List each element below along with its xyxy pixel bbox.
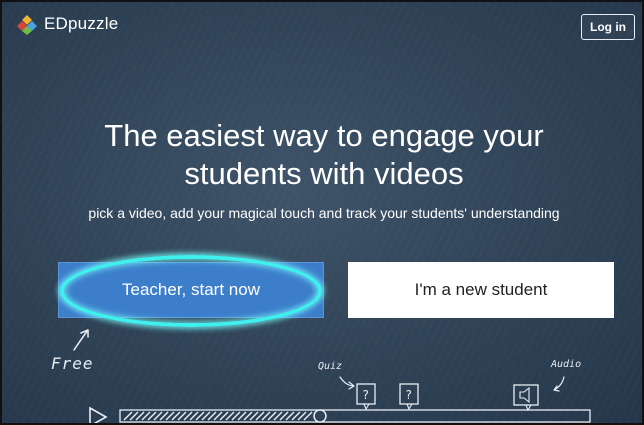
video-progress-knob: [313, 409, 327, 423]
video-progress-track: [119, 409, 591, 423]
landing-page: EDpuzzle Log in The easiest way to engag…: [0, 0, 644, 425]
free-arrow-icon: [73, 329, 89, 351]
headline-line-2: students with videos: [184, 156, 464, 191]
svg-text:?: ?: [362, 388, 369, 402]
speaker-icon: [513, 384, 539, 412]
brand-name: EDpuzzle: [44, 14, 119, 33]
quiz-label: Quiz: [318, 361, 343, 372]
chalk-video-illustration: ? ?: [73, 329, 591, 423]
hero-headline: The easiest way to engage your students …: [2, 117, 642, 193]
puzzle-logo-icon: [17, 15, 37, 35]
teacher-start-button[interactable]: Teacher, start now: [58, 262, 324, 318]
login-button[interactable]: Log in: [581, 14, 635, 40]
hero-subheadline: pick a video, add your magical touch and…: [88, 205, 560, 221]
question-box-icon-2: ?: [399, 383, 419, 411]
new-student-button[interactable]: I'm a new student: [348, 262, 614, 318]
question-box-icon: ?: [356, 383, 376, 411]
free-label: Free: [51, 354, 94, 373]
quiz-arrow-icon: [339, 376, 355, 390]
audio-label: Audio: [551, 359, 582, 370]
svg-text:?: ?: [405, 388, 412, 402]
play-icon: [89, 406, 108, 423]
video-progress-fill: [123, 411, 313, 421]
headline-line-1: The easiest way to engage your: [104, 118, 544, 153]
audio-arrow-icon: [553, 376, 565, 392]
brand[interactable]: EDpuzzle: [16, 13, 118, 35]
